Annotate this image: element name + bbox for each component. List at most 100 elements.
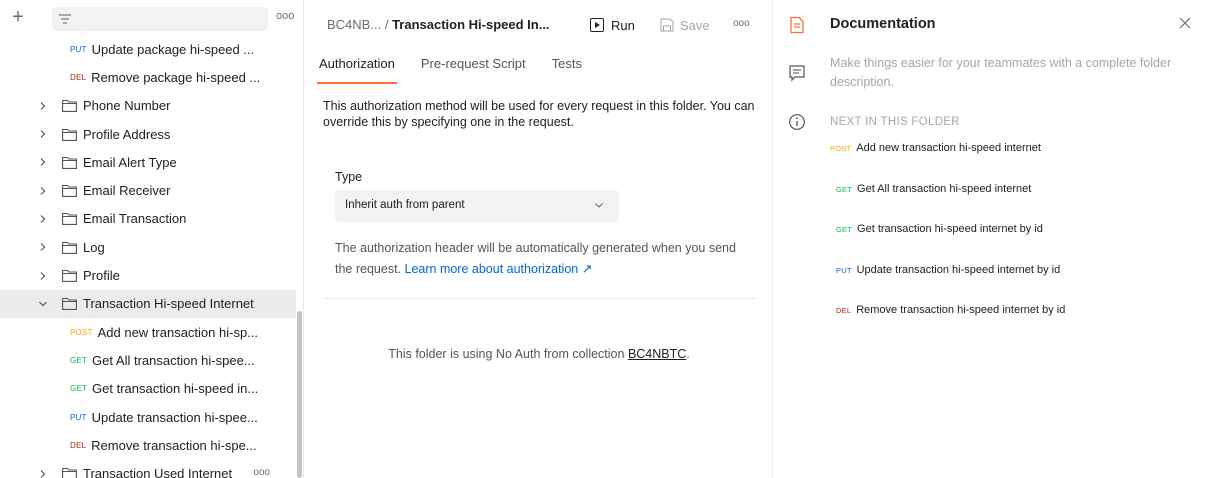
breadcrumb: BC4NB... / Transaction Hi-speed In... xyxy=(327,17,550,32)
folder-editor: BC4NB... / Transaction Hi-speed In... Ru… xyxy=(305,0,773,478)
chevron-right-icon[interactable] xyxy=(32,186,54,196)
next-request-link[interactable]: POST Add new transaction hi-speed interne… xyxy=(830,142,1190,183)
tab-tests[interactable]: Tests xyxy=(550,51,584,84)
save-button[interactable]: Save xyxy=(660,14,710,36)
folder-item[interactable]: Email Receiver xyxy=(0,176,296,204)
more-options-icon[interactable]: ooo xyxy=(733,18,750,29)
folder-label: Profile xyxy=(83,268,120,284)
folder-icon xyxy=(62,467,77,478)
method-badge: DEL xyxy=(836,306,852,315)
chevron-down-icon[interactable] xyxy=(32,299,54,309)
auth-type-select[interactable]: Inherit auth from parent xyxy=(335,190,619,222)
folder-label: Profile Address xyxy=(83,126,171,142)
learn-more-link[interactable]: Learn more about authorization ↗ xyxy=(405,262,593,276)
documentation-title: Documentation xyxy=(830,16,936,32)
method-badge: GET xyxy=(836,225,853,234)
breadcrumb-folder[interactable]: Transaction Hi-speed In... xyxy=(392,17,549,32)
request-item[interactable]: DEL Remove transaction hi-spe... xyxy=(0,431,296,459)
method-badge: PUT xyxy=(836,265,852,275)
folder-icon xyxy=(62,297,77,311)
folder-label: Email Transaction xyxy=(83,211,187,227)
chevron-right-icon[interactable] xyxy=(32,129,54,139)
documentation-description[interactable]: Make things easier for your teammates wi… xyxy=(830,54,1192,92)
save-label: Save xyxy=(680,17,710,33)
divider xyxy=(323,298,757,299)
method-badge: POST xyxy=(70,327,93,337)
chevron-right-icon[interactable] xyxy=(32,242,54,252)
method-badge: GET xyxy=(70,384,88,394)
folder-item[interactable]: Transaction Used Internet ooo xyxy=(0,459,296,478)
folder-item[interactable]: Phone Number xyxy=(0,92,296,120)
collection-tree: PUT Update package hi-speed ... DEL Remove … xyxy=(0,35,296,478)
method-badge: PUT xyxy=(70,412,87,422)
request-item[interactable]: GET Get All transaction hi-spee... xyxy=(0,346,296,374)
request-label: Remove transaction hi-spe... xyxy=(91,437,257,453)
sidebar-toolbar: + ooo xyxy=(0,0,303,36)
chevron-right-icon[interactable] xyxy=(32,469,54,478)
folder-item[interactable]: Profile Address xyxy=(0,120,296,148)
documentation-panel: Documentation Make things easier for you… xyxy=(774,0,1205,478)
play-icon xyxy=(590,18,604,32)
close-icon[interactable] xyxy=(1177,15,1193,31)
method-badge: GET xyxy=(836,184,853,194)
next-request-label: Update transaction hi-speed internet by … xyxy=(856,263,1061,276)
breadcrumb-collection[interactable]: BC4NB... xyxy=(327,17,381,32)
collection-link[interactable]: BC4NBTC xyxy=(628,347,686,361)
sidebar-more-icon[interactable]: ooo xyxy=(276,10,296,26)
chevron-down-icon xyxy=(595,203,603,208)
filter-icon xyxy=(59,14,71,24)
folder-tabs: Authorization Pre-request Script Tests xyxy=(317,51,606,84)
folder-icon xyxy=(62,241,77,254)
next-request-label: Get transaction hi-speed internet by id xyxy=(857,223,1043,235)
chevron-right-icon[interactable] xyxy=(32,157,54,167)
folder-label: Transaction Hi-speed Internet xyxy=(83,296,254,312)
run-button[interactable]: Run xyxy=(590,14,635,36)
folder-item[interactable]: Email Transaction xyxy=(0,205,296,233)
next-request-label: Get All transaction hi-speed internet xyxy=(857,182,1032,195)
folder-item[interactable]: Log xyxy=(0,233,296,261)
filter-input[interactable] xyxy=(52,7,268,31)
chevron-right-icon[interactable] xyxy=(32,101,54,111)
tab-authorization[interactable]: Authorization xyxy=(317,51,397,84)
comment-icon[interactable] xyxy=(788,64,806,82)
request-item[interactable]: PUT Update package hi-speed ... xyxy=(0,35,296,63)
no-auth-suffix: . xyxy=(686,347,690,361)
folder-item[interactable]: Email Alert Type xyxy=(0,148,296,176)
request-item[interactable]: DEL Remove package hi-speed ... xyxy=(0,63,296,91)
request-label: Update transaction hi-spee... xyxy=(91,409,258,425)
chevron-right-icon[interactable] xyxy=(32,214,54,224)
sidebar-scrollbar[interactable] xyxy=(297,311,302,478)
chevron-right-icon[interactable] xyxy=(32,271,54,281)
folder-more-icon[interactable]: ooo xyxy=(253,467,270,478)
folder-icon xyxy=(62,128,77,141)
folder-icon xyxy=(62,156,77,169)
request-item[interactable]: PUT Update transaction hi-spee... xyxy=(0,403,296,431)
request-item[interactable]: GET Get transaction hi-speed in... xyxy=(0,375,296,403)
folder-item[interactable]: Profile xyxy=(0,261,296,289)
plus-icon[interactable]: + xyxy=(8,7,28,28)
request-label: Get transaction hi-speed in... xyxy=(92,381,259,397)
method-badge: PUT xyxy=(70,44,87,54)
auth-type-label: Type xyxy=(335,170,363,184)
folder-icon xyxy=(62,184,77,198)
tab-pre-request-script[interactable]: Pre-request Script xyxy=(419,51,528,84)
request-label: Remove package hi-speed ... xyxy=(91,69,261,85)
info-icon[interactable] xyxy=(788,113,806,131)
document-icon[interactable] xyxy=(788,16,806,34)
folder-icon xyxy=(62,269,77,282)
request-label: Get All transaction hi-spee... xyxy=(92,352,255,368)
folder-label: Phone Number xyxy=(83,98,171,114)
request-item[interactable]: POST Add new transaction hi-sp... xyxy=(0,318,296,346)
context-rail xyxy=(774,0,818,478)
folder-label: Transaction Used Internet xyxy=(83,466,233,478)
folder-item[interactable]: Transaction Hi-speed Internet xyxy=(0,289,296,318)
next-request-label: Add new transaction hi-speed internet xyxy=(856,142,1041,154)
next-request-link[interactable]: GET Get transaction hi-speed internet by … xyxy=(830,223,1190,264)
method-badge: GET xyxy=(70,355,88,365)
breadcrumb-separator: / xyxy=(384,17,389,32)
next-request-link[interactable]: DEL Remove transaction hi-speed internet … xyxy=(830,304,1190,345)
next-request-link[interactable]: PUT Update transaction hi-speed internet … xyxy=(830,264,1190,305)
next-request-link[interactable]: GET Get All transaction hi-speed internet xyxy=(830,183,1190,224)
no-auth-message: This folder is using No Auth from collec… xyxy=(305,347,773,361)
next-request-label: Remove transaction hi-speed internet by … xyxy=(856,304,1066,316)
